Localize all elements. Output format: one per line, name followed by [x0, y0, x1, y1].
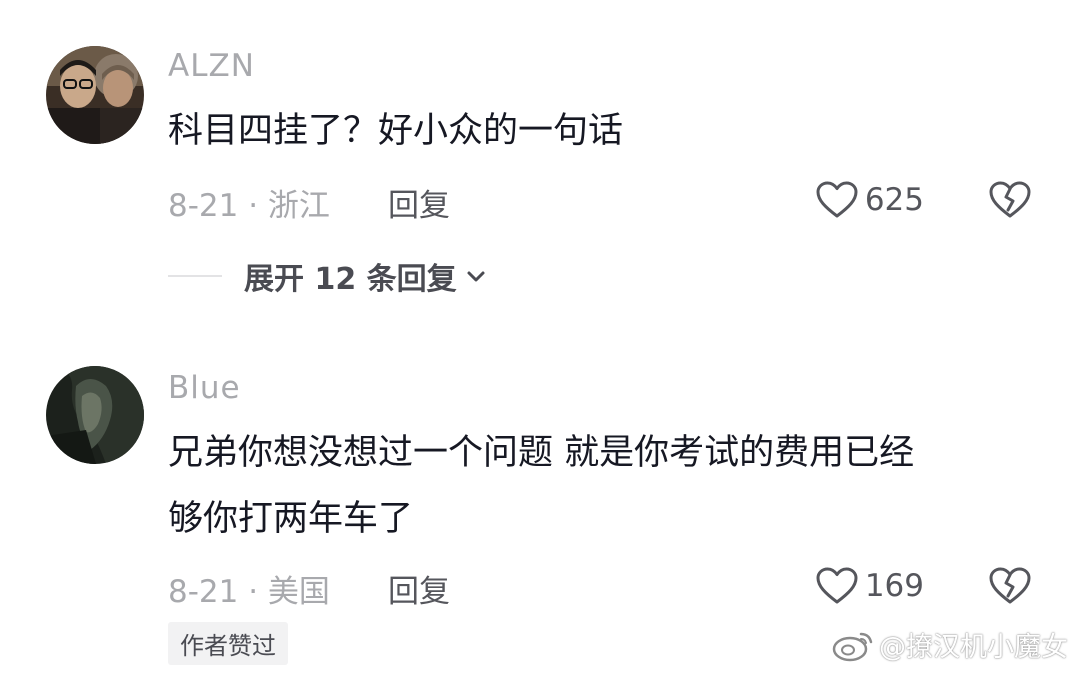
- comment-date-location: 8-21 · 浙江: [168, 188, 330, 224]
- comment-date-location: 8-21 · 美国: [168, 574, 330, 610]
- divider: [168, 275, 222, 277]
- comment-text-line: 科目四挂了？好小众的一句话: [168, 111, 624, 151]
- avatar-image: [46, 46, 144, 144]
- watermark: @撩汉机小魔女: [831, 625, 1068, 664]
- avatar-image: [46, 366, 144, 464]
- username[interactable]: ALZN: [168, 48, 255, 84]
- avatar[interactable]: [46, 366, 144, 464]
- avatar[interactable]: [46, 46, 144, 144]
- like-button[interactable]: 169: [815, 566, 924, 606]
- expand-replies-row: 展开 12 条回复: [168, 254, 487, 298]
- watermark-text: @撩汉机小魔女: [879, 632, 1068, 663]
- like-button[interactable]: 625: [815, 180, 924, 220]
- like-count: 625: [864, 182, 924, 218]
- author-liked-badge: 作者赞过: [168, 622, 288, 665]
- reply-button[interactable]: 回复: [388, 566, 450, 611]
- weibo-logo-icon: [832, 632, 873, 661]
- expand-replies-button[interactable]: 展开 12 条回复: [244, 254, 487, 298]
- like-count: 169: [864, 568, 924, 604]
- comment-page: ALZN 科目四挂了？好小众的一句话 8-21 · 浙江 回复 625 展开 1…: [0, 0, 1080, 676]
- comment-text-line: 够你打两年车了: [168, 499, 414, 539]
- chevron-down-icon: [467, 271, 485, 282]
- reply-button[interactable]: 回复: [388, 180, 450, 225]
- comment-text-line: 兄弟你想没想过一个问题 就是你考试的费用已经: [168, 433, 915, 473]
- broken-heart-icon[interactable]: [988, 566, 1032, 606]
- username[interactable]: Blue: [168, 370, 241, 406]
- expand-replies-label: 展开 12 条回复: [244, 262, 457, 297]
- heart-outline-icon: [816, 567, 858, 604]
- heart-outline-icon: [816, 181, 858, 218]
- broken-heart-icon[interactable]: [988, 180, 1032, 220]
